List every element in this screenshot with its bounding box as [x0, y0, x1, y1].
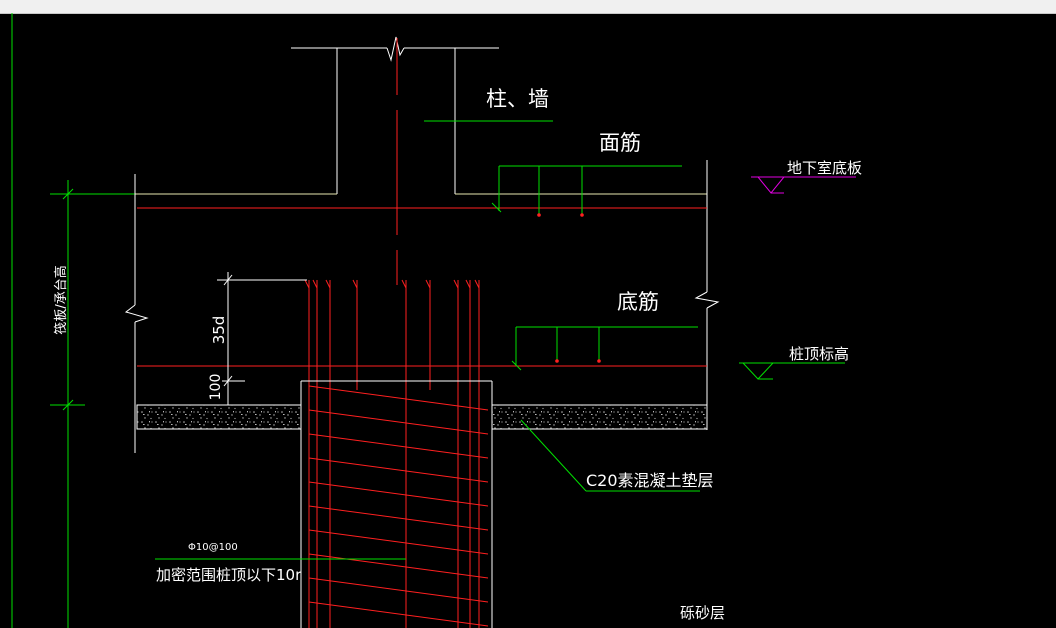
column-wall-outline	[291, 36, 499, 194]
cushion-layer-left	[136, 404, 302, 430]
cushion-layer-right	[491, 404, 708, 430]
cad-drawing-canvas[interactable]: 筏板/承台高 35d 100 柱、墙 面筋 底筋 地下室底板 桩顶标高 C20素…	[0, 13, 1056, 628]
bottom-rebar-label: 底筋	[617, 290, 659, 314]
pile-anchor-bars	[304, 279, 480, 628]
stirrup-spec-label: Φ10@100	[188, 542, 238, 553]
pile-top-elevation-marker	[739, 362, 845, 380]
basement-floor-marker	[751, 176, 856, 194]
slab-side-right	[694, 160, 720, 430]
sand-layer-label: 砾砂层	[680, 604, 725, 622]
anchor-35d-label: 35d	[210, 316, 228, 345]
basement-floor-label: 地下室底板	[787, 159, 862, 177]
raft-height-label: 筏板/承台高	[53, 265, 69, 334]
bottom-rebar-leader	[511, 326, 698, 371]
window-titlebar	[0, 0, 1056, 14]
dense-range-label: 加密范围桩顶以下10r	[156, 566, 302, 584]
raft-height-dimension	[50, 180, 135, 628]
top-rebar-dots	[537, 213, 584, 217]
dim-100-label: 100	[208, 374, 224, 401]
top-rebar-label: 面筋	[599, 131, 641, 155]
pile-spiral-stirrups	[308, 385, 489, 627]
pile-top-elevation-label: 桩顶标高	[789, 345, 849, 363]
top-rebar-leader	[491, 165, 682, 214]
column-wall-label: 柱、墙	[486, 87, 549, 111]
anchor-dimension	[217, 272, 307, 405]
cushion-label: C20素混凝土垫层	[586, 471, 714, 490]
bottom-rebar-dots	[555, 359, 601, 363]
